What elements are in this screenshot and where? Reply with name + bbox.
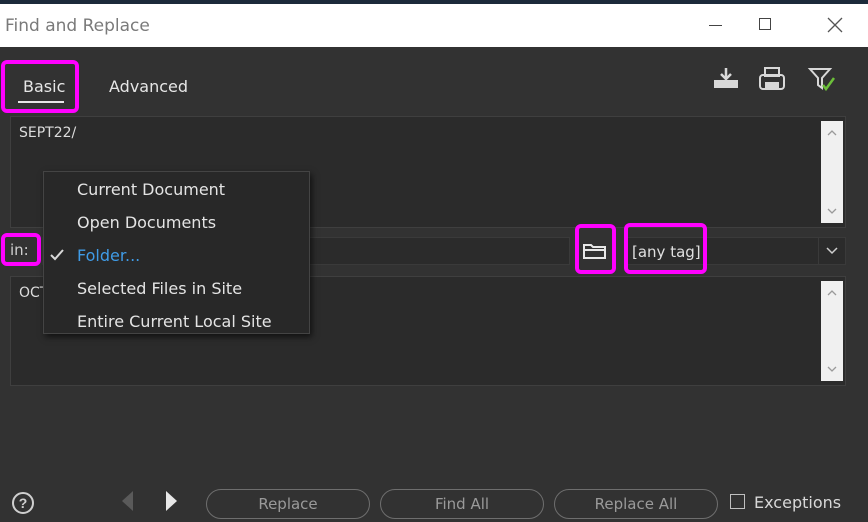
help-button[interactable]: ? xyxy=(12,492,34,514)
tab-basic[interactable]: Basic xyxy=(23,77,65,96)
save-icon[interactable] xyxy=(757,64,787,94)
title-bar: Find and Replace xyxy=(0,4,868,47)
close-icon xyxy=(827,17,843,33)
tab-advanced[interactable]: Advanced xyxy=(109,77,188,96)
previous-icon[interactable] xyxy=(120,490,134,512)
close-button[interactable] xyxy=(812,4,858,47)
scroll-down-icon[interactable] xyxy=(827,208,837,214)
menu-item-open-documents[interactable]: Open Documents xyxy=(77,213,216,232)
menu-item-entire-site[interactable]: Entire Current Local Site xyxy=(77,312,272,331)
scope-label: in: xyxy=(10,241,29,259)
find-scrollbar[interactable] xyxy=(821,121,843,223)
minimize-button[interactable] xyxy=(692,4,738,47)
replace-button[interactable]: Replace xyxy=(206,489,370,519)
scroll-down-icon[interactable] xyxy=(827,366,837,372)
scroll-up-icon[interactable] xyxy=(827,290,837,296)
download-icon[interactable] xyxy=(711,64,741,94)
folder-icon xyxy=(583,244,606,259)
exceptions-checkbox[interactable] xyxy=(730,494,745,509)
scope-dropdown-menu: Current Document Open Documents Folder..… xyxy=(43,171,310,334)
exceptions-label: Exceptions xyxy=(754,493,842,512)
menu-item-folder[interactable]: Folder... xyxy=(77,246,140,265)
find-text: SEPT22/ xyxy=(19,125,77,141)
tag-select[interactable]: [any tag] xyxy=(626,237,846,265)
menu-item-selected-files[interactable]: Selected Files in Site xyxy=(77,279,242,298)
browse-folder-button[interactable] xyxy=(578,236,612,266)
active-tab-indicator xyxy=(18,101,64,103)
replace-scrollbar[interactable] xyxy=(821,281,843,381)
checkmark-icon xyxy=(50,249,64,261)
find-all-button[interactable]: Find All xyxy=(380,489,544,519)
next-icon[interactable] xyxy=(165,490,179,512)
chevron-down-icon xyxy=(826,247,838,255)
replace-all-button[interactable]: Replace All xyxy=(554,489,718,519)
tag-select-arrow[interactable] xyxy=(818,238,845,264)
window-title: Find and Replace xyxy=(5,16,150,36)
menu-item-current-document[interactable]: Current Document xyxy=(77,180,225,199)
scroll-up-icon[interactable] xyxy=(827,130,837,136)
maximize-button[interactable] xyxy=(742,4,788,47)
filter-check-icon[interactable] xyxy=(806,64,836,94)
tag-select-value: [any tag] xyxy=(632,243,701,261)
